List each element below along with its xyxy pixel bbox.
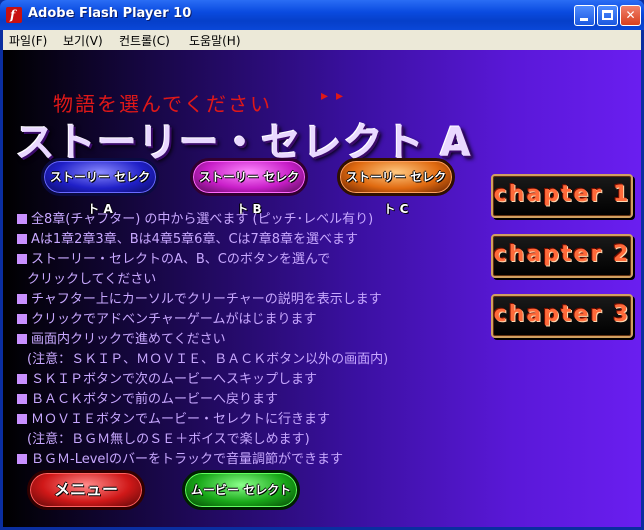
instruction-line: ＢＧＭ-Levelのバーをトラックで音量調節ができます <box>17 448 343 467</box>
story-select-b-button[interactable]: ストーリー セレクト B <box>190 158 308 216</box>
subtitle-arrows-icon: ▸▸ <box>321 88 352 104</box>
square-bullet-icon <box>17 314 27 324</box>
instruction-text: クリックしてください <box>27 272 157 287</box>
menu-button[interactable]: メニュー <box>27 470 145 510</box>
square-bullet-icon <box>17 254 27 264</box>
instruction-text: ＢＧＭ-Levelのバーをトラックで音量調節ができます <box>31 452 344 467</box>
instruction-line: ストーリー・セレクトのA、B、Cのボタンを選んで <box>17 248 330 267</box>
instruction-text: ＳＫＩＰボタンで次のムービーへスキップします <box>31 372 318 387</box>
instruction-line: ＳＫＩＰボタンで次のムービーへスキップします <box>17 368 317 387</box>
minimize-button[interactable] <box>574 5 595 26</box>
menu-control[interactable]: 컨트롤(C) <box>119 32 170 49</box>
instruction-text: ＭＯＶＩＥボタンでムービー・セレクトに行きます <box>31 412 331 427</box>
chapter-1-button[interactable]: chapter 1 <box>491 174 633 218</box>
instruction-text: Aは1章2章3章、Bは4章5章6章、Cは7章8章を選べます <box>31 232 359 247</box>
close-button[interactable]: ✕ <box>620 5 641 26</box>
flash-icon-glyph: f <box>10 8 16 22</box>
instruction-line: 全8章(チャフター) の中から選べます (ピッチ･レベル有り) <box>17 208 373 227</box>
maximize-button[interactable] <box>597 5 618 26</box>
square-bullet-icon <box>17 294 27 304</box>
menu-bar: 파일(F) 보기(V) 컨트롤(C) 도움말(H) <box>3 30 641 50</box>
instruction-text: ストーリー・セレクトのA、B、Cのボタンを選んで <box>31 252 331 267</box>
movie-select-button[interactable]: ムービー セレクト <box>182 470 300 510</box>
instruction-line: (注意：ＳＫＩＰ、ＭＯＶＩＥ、ＢＡＣＫボタン以外の画面内) <box>17 348 388 367</box>
chapter-2-button[interactable]: chapter 2 <box>491 234 633 278</box>
square-bullet-icon <box>17 414 27 424</box>
movie-select-label: ムービー セレクト <box>190 483 292 497</box>
window-title: Adobe Flash Player 10 <box>28 6 192 21</box>
instruction-line: ＢＡＣＫボタンで前のムービーへ戻ります <box>17 388 278 407</box>
instruction-text: チャフター上にカーソルでクリーチャーの説明を表示します <box>31 292 382 307</box>
chapter-3-button[interactable]: chapter 3 <box>491 294 633 338</box>
menu-view[interactable]: 보기(V) <box>63 32 103 49</box>
minimize-icon <box>580 18 588 21</box>
square-bullet-icon <box>17 394 27 404</box>
menu-help[interactable]: 도움말(H) <box>189 32 241 49</box>
instruction-line: クリックしてください <box>17 268 156 287</box>
instruction-text: 全8章(チャフター) の中から選べます (ピッチ･レベル有り) <box>31 212 374 227</box>
flash-stage[interactable]: 物語を選んでください ▸▸ ストーリー・セレクト A ストーリー セレクト A … <box>3 50 641 527</box>
square-bullet-icon <box>17 234 27 244</box>
story-select-a-button[interactable]: ストーリー セレクト A <box>41 158 159 216</box>
story-select-c-button[interactable]: ストーリー セレクト C <box>337 158 455 216</box>
flash-app-icon[interactable]: f <box>6 7 22 23</box>
instruction-line: チャフター上にカーソルでクリーチャーの説明を表示します <box>17 288 382 307</box>
title-bar[interactable]: f Adobe Flash Player 10 ✕ <box>0 0 644 30</box>
square-bullet-icon <box>17 374 27 384</box>
instruction-text: (注意：ＳＫＩＰ、ＭＯＶＩＥ、ＢＡＣＫボタン以外の画面内) <box>27 352 389 367</box>
instruction-line: 画面内クリックで進めてください <box>17 328 226 347</box>
maximize-icon <box>602 10 613 20</box>
flash-player-window: f Adobe Flash Player 10 ✕ 파일(F) 보기(V) 컨트… <box>0 0 644 530</box>
instruction-line: (注意：ＢＧＭ無しのＳＥ＋ボイスで楽しめます) <box>17 428 310 447</box>
instruction-text: 画面内クリックで進めてください <box>31 332 226 347</box>
close-icon: ✕ <box>625 8 636 22</box>
instruction-text: クリックでアドベンチャーゲームがはじまります <box>31 312 317 327</box>
instruction-text: (注意：ＢＧＭ無しのＳＥ＋ボイスで楽しめます) <box>27 432 310 447</box>
square-bullet-icon <box>17 454 27 464</box>
square-bullet-icon <box>17 334 27 344</box>
menu-file[interactable]: 파일(F) <box>9 32 47 49</box>
instruction-line: Aは1章2章3章、Bは4章5章6章、Cは7章8章を選べます <box>17 228 358 247</box>
instruction-line: クリックでアドベンチャーゲームがはじまります <box>17 308 316 327</box>
instruction-line: ＭＯＶＩＥボタンでムービー・セレクトに行きます <box>17 408 330 427</box>
square-bullet-icon <box>17 214 27 224</box>
instruction-text: ＢＡＣＫボタンで前のムービーへ戻ります <box>31 392 279 407</box>
menu-button-label: メニュー <box>53 480 118 499</box>
